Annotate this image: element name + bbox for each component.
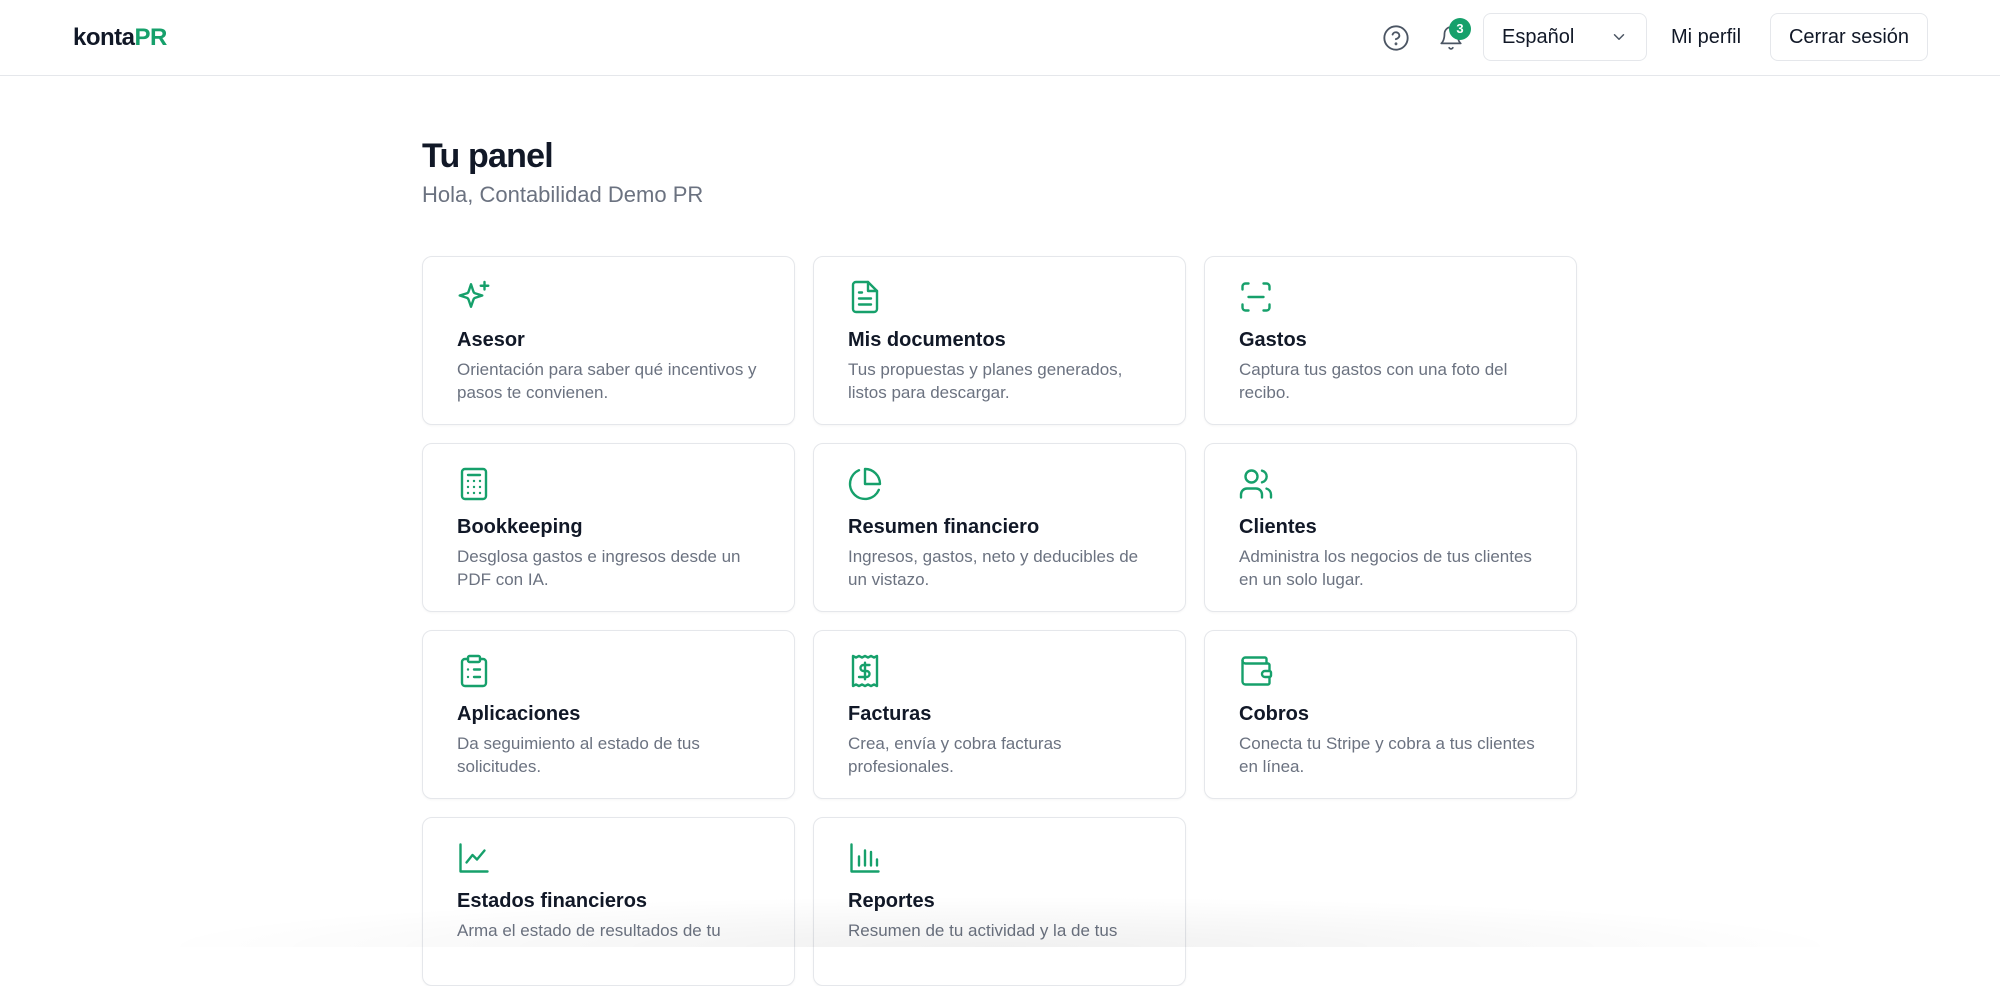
card-title: Facturas [848, 703, 932, 725]
chevron-down-icon [1613, 34, 1625, 40]
wallet-icon [1241, 656, 1273, 686]
help-circle-icon [1383, 25, 1409, 51]
card-description: Orientación para saber qué incentivos y … [457, 360, 757, 402]
card-title: Mis documentos [848, 329, 1006, 351]
logo-text: konta [73, 24, 135, 51]
card-title: Bookkeeping [457, 516, 583, 538]
card-description: Tus propuestas y planes generados, listo… [848, 360, 1123, 402]
card-title: Cobros [1239, 703, 1309, 725]
document-icon [851, 280, 879, 314]
card-resumen-financiero[interactable]: Resumen financiero Ingresos, gastos, net… [813, 443, 1186, 612]
help-button[interactable] [1378, 20, 1414, 56]
card-description: Administra los negocios de tus clientes … [1239, 547, 1532, 589]
notification-count-badge: 3 [1449, 18, 1471, 40]
language-select[interactable]: Español [1483, 13, 1647, 61]
greeting-text: Hola, Contabilidad Demo PR [422, 182, 704, 207]
card-estados-financieros[interactable]: Estados financieros Arma el estado de re… [422, 817, 795, 986]
card-title: Reportes [848, 890, 935, 912]
line-chart-icon [459, 843, 489, 873]
card-title: Estados financieros [457, 890, 648, 912]
logo-accent-text: PR [134, 24, 168, 51]
card-description: Resumen de tu actividad y la de tus [848, 921, 1118, 940]
sparkles-icon [458, 280, 490, 308]
bar-chart-icon [850, 843, 880, 873]
pie-chart-icon [848, 467, 882, 501]
card-facturas[interactable]: Facturas Crea, envía y cobra facturas pr… [813, 630, 1186, 799]
card-description: Crea, envía y cobra facturas profesional… [848, 734, 1062, 776]
card-gastos[interactable]: Gastos Captura tus gastos con una foto d… [1204, 256, 1577, 425]
card-description: Ingresos, gastos, neto y deducibles de u… [848, 547, 1139, 589]
card-description: Arma el estado de resultados de tu [457, 921, 721, 940]
receipt-dollar-icon [851, 654, 879, 688]
app-logo[interactable]: kontaPR [73, 22, 167, 54]
card-title: Resumen financiero [848, 516, 1040, 538]
card-description: Desglosa gastos e ingresos desde un PDF … [457, 547, 741, 589]
card-title: Clientes [1239, 516, 1317, 538]
card-title: Aplicaciones [457, 703, 581, 725]
card-description: Conecta tu Stripe y cobra a tus clientes… [1239, 734, 1535, 776]
logout-button[interactable]: Cerrar sesión [1770, 13, 1928, 61]
card-cobros[interactable]: Cobros Conecta tu Stripe y cobra a tus c… [1204, 630, 1577, 799]
language-selected-value: Español [1502, 25, 1575, 48]
card-description: Captura tus gastos con una foto del reci… [1239, 360, 1508, 402]
clipboard-icon [460, 654, 488, 688]
card-reportes[interactable]: Reportes Resumen de tu actividad y la de… [813, 817, 1186, 986]
calculator-icon [460, 467, 488, 501]
card-clientes[interactable]: Clientes Administra los negocios de tus … [1204, 443, 1577, 612]
card-bookkeeping[interactable]: Bookkeeping Desglosa gastos e ingresos d… [422, 443, 795, 612]
scan-icon [1241, 282, 1271, 312]
card-mis-documentos[interactable]: Mis documentos Tus propuestas y planes g… [813, 256, 1186, 425]
users-icon [1239, 469, 1273, 499]
top-navbar: kontaPR 3 Español Mi perfil Cerrar sesió… [0, 0, 2000, 76]
page-title: Tu panel [422, 137, 554, 175]
my-profile-link[interactable]: Mi perfil [1671, 13, 1741, 61]
card-description: Da seguimiento al estado de tus solicitu… [457, 734, 700, 776]
card-title: Gastos [1239, 329, 1307, 351]
card-asesor[interactable]: Asesor Orientación para saber qué incent… [422, 256, 795, 425]
card-title: Asesor [457, 329, 525, 351]
card-aplicaciones[interactable]: Aplicaciones Da seguimiento al estado de… [422, 630, 795, 799]
